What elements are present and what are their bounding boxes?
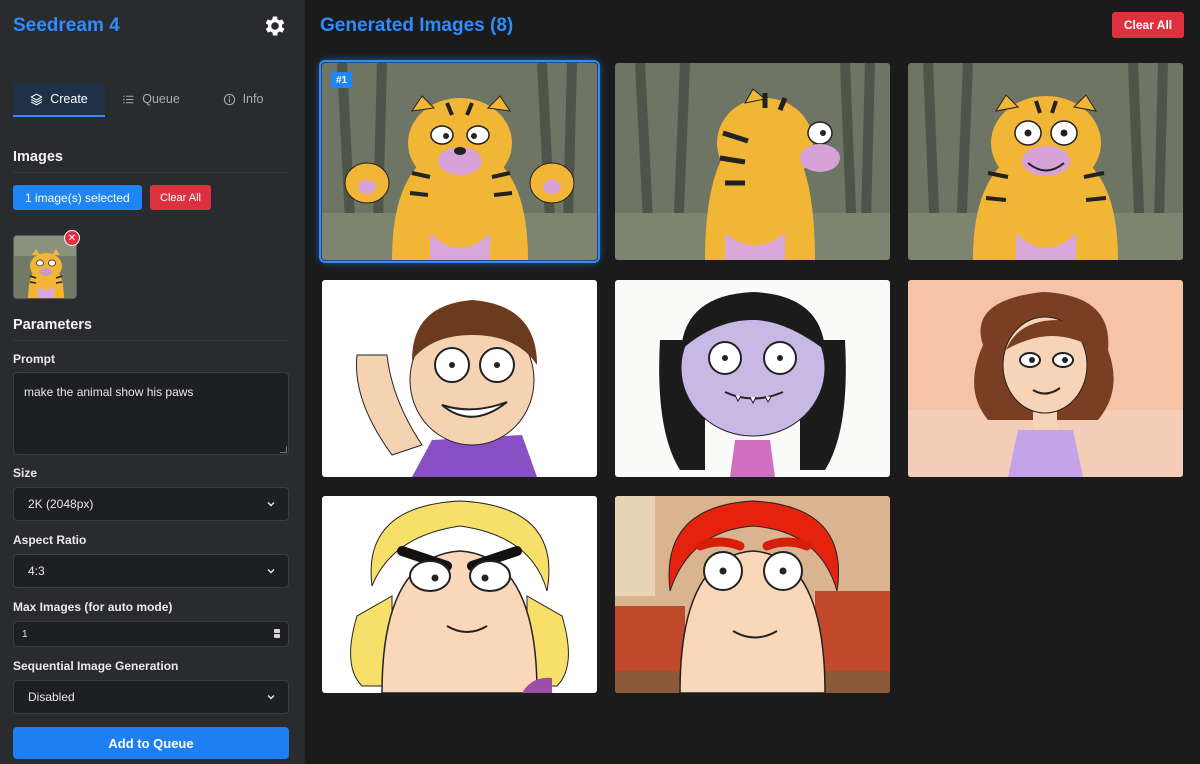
woman-wavy-hair-image (908, 280, 1183, 477)
generated-image-card[interactable] (908, 63, 1183, 260)
boy-waving-image (322, 280, 597, 477)
max-images-label: Max Images (for auto mode) (13, 600, 173, 614)
resize-grip-icon[interactable] (280, 446, 287, 453)
clear-images-button[interactable]: Clear All (150, 185, 211, 210)
blond-man-frowning-image (322, 496, 597, 693)
aspect-ratio-select[interactable]: 4:3 (13, 554, 289, 588)
info-icon (223, 93, 235, 105)
sequential-generation-label: Sequential Image Generation (13, 659, 179, 673)
add-to-queue-button[interactable]: Add to Queue (13, 727, 289, 759)
sidebar-tabs: Create Queue Info (13, 83, 289, 117)
generated-image-card[interactable] (322, 496, 597, 693)
images-selected-button[interactable]: 1 image(s) selected (13, 185, 142, 210)
page-title: Generated Images (8) (320, 15, 514, 36)
sequential-generation-select[interactable]: Disabled (13, 680, 289, 714)
max-images-value: 1 (22, 628, 28, 640)
tiger-paws-up-image (322, 63, 597, 260)
prompt-label: Prompt (13, 352, 55, 366)
app-title: Seedream 4 (13, 15, 120, 36)
layers-icon (30, 93, 43, 105)
girl-pigtails-image (615, 280, 890, 477)
tab-info[interactable]: Info (197, 83, 289, 117)
max-images-input[interactable]: 1 (13, 621, 289, 647)
tab-create[interactable]: Create (13, 83, 105, 117)
close-icon: ✕ (67, 232, 77, 244)
size-label: Size (13, 466, 38, 480)
prompt-textarea[interactable]: make the animal show his paws (13, 372, 289, 455)
clear-all-button[interactable]: Clear All (1112, 12, 1184, 38)
tiger-thumbnail-image (14, 236, 76, 298)
generated-image-card[interactable] (322, 280, 597, 477)
gear-icon[interactable] (262, 13, 288, 39)
list-icon (123, 95, 134, 103)
size-select-value: 2K (2048px) (28, 497, 94, 511)
tab-queue-label: Queue (142, 92, 180, 106)
tiger-profile-image (615, 63, 890, 260)
divider (13, 172, 289, 173)
aspect-ratio-select-value: 4:3 (28, 564, 45, 578)
generated-image-card[interactable] (908, 280, 1183, 477)
tab-create-label: Create (50, 92, 88, 106)
sidebar: Seedream 4 Create Queue Info Images 1 im… (0, 0, 305, 764)
redhead-man-living-room-image (615, 496, 890, 693)
generated-image-card[interactable]: #1 (319, 60, 600, 263)
generated-image-card[interactable] (615, 63, 890, 260)
images-section-title: Images (13, 149, 63, 165)
generated-image-card[interactable] (615, 280, 890, 477)
chevron-down-icon (267, 502, 275, 507)
parameters-section-title: Parameters (13, 317, 92, 333)
number-stepper-icon[interactable] (274, 629, 280, 639)
divider (13, 340, 289, 341)
chevron-down-icon (267, 569, 275, 574)
chevron-down-icon (267, 695, 275, 700)
main-panel: Generated Images (8) Clear All #1 (305, 0, 1200, 764)
remove-image-button[interactable]: ✕ (64, 230, 80, 246)
size-select[interactable]: 2K (2048px) (13, 487, 289, 521)
generated-image-card[interactable] (615, 496, 890, 693)
tab-info-label: Info (242, 92, 264, 106)
tiger-smiling-image (908, 63, 1183, 260)
selected-badge: #1 (331, 72, 353, 88)
app-root: Seedream 4 Create Queue Info Images 1 im… (0, 0, 1200, 764)
sequential-generation-value: Disabled (28, 690, 75, 704)
tab-queue[interactable]: Queue (105, 83, 197, 117)
aspect-ratio-label: Aspect Ratio (13, 533, 87, 547)
